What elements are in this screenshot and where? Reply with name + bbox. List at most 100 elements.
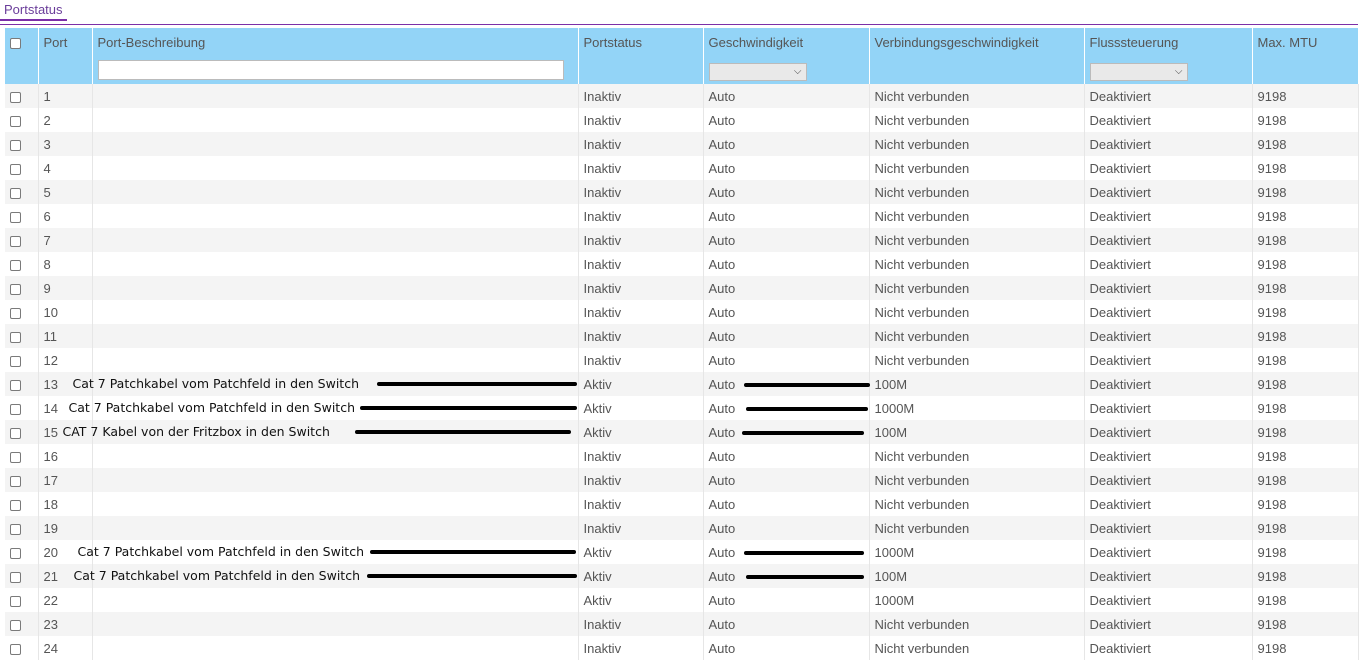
row-checkbox[interactable] — [10, 163, 21, 175]
speed-cell: Auto — [703, 612, 870, 636]
row-checkbox[interactable] — [10, 499, 21, 511]
port-number-cell: 18 — [38, 492, 93, 516]
row-checkbox[interactable] — [10, 595, 21, 607]
row-checkbox[interactable] — [10, 475, 21, 487]
column-header-max-mtu[interactable]: Max. MTU — [1252, 28, 1359, 56]
column-header-description[interactable]: Port-Beschreibung — [92, 28, 579, 56]
table-row[interactable]: 18 Inaktiv Auto Nicht verbunden Deaktiviert 9… — [5, 492, 1359, 516]
flow-control-filter-select[interactable]: ⌵ — [1089, 63, 1188, 81]
table-row[interactable]: 2 Inaktiv Auto Nicht verbunden Deaktiviert 91… — [5, 108, 1359, 132]
redaction-mark — [366, 574, 577, 578]
table-row[interactable]: 23 Inaktiv Auto Nicht verbunden Deaktiviert 9… — [5, 612, 1359, 636]
row-checkbox[interactable] — [10, 523, 21, 535]
row-checkbox[interactable] — [10, 427, 21, 439]
table-row[interactable]: 1 Inaktiv Auto Nicht verbunden Deaktiviert 91… — [5, 84, 1359, 108]
tab-bar: Portstatus — [0, 0, 1358, 25]
column-header-flow-control[interactable]: Flusssteuerung — [1084, 28, 1253, 56]
table-row[interactable]: 15 CAT 7 Kabel von der Fritzbox in den Sw… — [5, 420, 1359, 444]
table-row[interactable]: 16 Inaktiv Auto Nicht verbunden Deaktiviert 9… — [5, 444, 1359, 468]
row-checkbox[interactable] — [10, 355, 21, 367]
max-mtu-cell: 9198 — [1252, 324, 1359, 348]
column-header-status[interactable]: Portstatus — [578, 28, 704, 56]
table-row[interactable]: 7 Inaktiv Auto Nicht verbunden Deaktiviert 91… — [5, 228, 1359, 252]
port-status-cell: Inaktiv — [578, 204, 704, 228]
table-row[interactable]: 22 Aktiv Auto 1000M Deaktiviert 9198 — [5, 588, 1359, 612]
row-checkbox[interactable] — [10, 283, 21, 295]
table-row[interactable]: 19 Inaktiv Auto Nicht verbunden Deaktiviert 9… — [5, 516, 1359, 540]
speed-cell: Auto — [703, 108, 870, 132]
table-row[interactable]: 5 Inaktiv Auto Nicht verbunden Deaktiviert 91… — [5, 180, 1359, 204]
redaction-mark — [743, 551, 864, 555]
speed-cell: Auto — [703, 636, 870, 660]
port-status-cell: Aktiv — [578, 564, 704, 588]
table-row[interactable]: 24 Inaktiv Auto Nicht verbunden Deaktiviert 9… — [5, 636, 1359, 660]
description-filter-input[interactable] — [97, 60, 564, 80]
table-row[interactable]: 6 Inaktiv Auto Nicht verbunden Deaktiviert 91… — [5, 204, 1359, 228]
row-checkbox[interactable] — [10, 187, 21, 199]
row-checkbox[interactable] — [10, 619, 21, 631]
port-number-cell: 7 — [38, 228, 93, 252]
table-row[interactable]: 12 Inaktiv Auto Nicht verbunden Deaktiviert 9… — [5, 348, 1359, 372]
row-checkbox[interactable] — [10, 139, 21, 151]
row-checkbox[interactable] — [10, 91, 21, 103]
link-speed-cell: Nicht verbunden — [869, 468, 1085, 492]
port-description-cell — [92, 276, 579, 300]
select-all-cell — [5, 28, 39, 56]
speed-cell: Auto — [703, 252, 870, 276]
max-mtu-cell: 9198 — [1252, 180, 1359, 204]
table-row[interactable]: 9 Inaktiv Auto Nicht verbunden Deaktiviert 91… — [5, 276, 1359, 300]
row-checkbox[interactable] — [10, 547, 21, 559]
flow-control-cell: Deaktiviert — [1084, 324, 1253, 348]
row-checkbox[interactable] — [10, 571, 21, 583]
table-row[interactable]: 13 Cat 7 Patchkabel vom Patchfeld in den … — [5, 372, 1359, 396]
speed-text: Auto — [708, 472, 736, 488]
table-row[interactable]: 21 Cat 7 Patchkabel vom Patchfeld in den … — [5, 564, 1359, 588]
port-status-cell: Inaktiv — [578, 132, 704, 156]
speed-filter-select[interactable]: ⌵ — [708, 63, 807, 81]
table-row[interactable]: 14 Cat 7 Patchkabel vom Patchfeld in den … — [5, 396, 1359, 420]
column-header-speed[interactable]: Geschwindigkeit — [703, 28, 870, 56]
column-header-port[interactable]: Port — [38, 28, 93, 56]
port-number-cell: 24 — [38, 636, 93, 660]
row-checkbox[interactable] — [10, 235, 21, 247]
table-row[interactable]: 20 Cat 7 Patchkabel vom Patchfeld in den … — [5, 540, 1359, 564]
port-description-cell — [92, 180, 579, 204]
row-checkbox[interactable] — [10, 115, 21, 127]
row-checkbox[interactable] — [10, 379, 21, 391]
tab-portstatus[interactable]: Portstatus — [0, 0, 67, 21]
column-header-link-speed[interactable]: Verbindungsgeschwindigkeit — [869, 28, 1085, 56]
table-row[interactable]: 8 Inaktiv Auto Nicht verbunden Deaktiviert 91… — [5, 252, 1359, 276]
redaction-mark — [745, 407, 868, 411]
table-row[interactable]: 4 Inaktiv Auto Nicht verbunden Deaktiviert 91… — [5, 156, 1359, 180]
port-description-cell: Cat 7 Patchkabel vom Patchfeld in den Sw… — [69, 396, 579, 420]
select-all-checkbox[interactable] — [10, 37, 21, 49]
port-number-cell: 6 — [38, 204, 93, 228]
port-description-cell — [92, 612, 579, 636]
port-description-cell — [92, 228, 579, 252]
table-row[interactable]: 10 Inaktiv Auto Nicht verbunden Deaktiviert 9… — [5, 300, 1359, 324]
table-row[interactable]: 3 Inaktiv Auto Nicht verbunden Deaktiviert 91… — [5, 132, 1359, 156]
max-mtu-cell: 9198 — [1252, 612, 1359, 636]
row-checkbox[interactable] — [10, 307, 21, 319]
speed-text: Auto — [708, 424, 736, 440]
flow-control-cell: Deaktiviert — [1084, 564, 1253, 588]
speed-cell: Auto — [703, 84, 870, 108]
max-mtu-cell: 9198 — [1252, 540, 1359, 564]
row-checkbox[interactable] — [10, 643, 21, 655]
row-checkbox[interactable] — [10, 331, 21, 343]
port-number-cell: 9 — [38, 276, 93, 300]
row-checkbox[interactable] — [10, 259, 21, 271]
table-row[interactable]: 11 Inaktiv Auto Nicht verbunden Deaktiviert 9… — [5, 324, 1359, 348]
flow-control-cell: Deaktiviert — [1084, 348, 1253, 372]
port-number-cell: 5 — [38, 180, 93, 204]
speed-cell: Auto — [703, 420, 870, 444]
port-description-cell — [92, 252, 579, 276]
table-row[interactable]: 17 Inaktiv Auto Nicht verbunden Deaktiviert 9… — [5, 468, 1359, 492]
port-description-cell: CAT 7 Kabel von der Fritzbox in den Swit… — [63, 420, 579, 444]
port-status-cell: Inaktiv — [578, 156, 704, 180]
row-checkbox[interactable] — [10, 451, 21, 463]
row-checkbox[interactable] — [10, 403, 21, 415]
row-checkbox[interactable] — [10, 211, 21, 223]
speed-text: Auto — [708, 88, 736, 104]
speed-cell: Auto — [703, 540, 870, 564]
